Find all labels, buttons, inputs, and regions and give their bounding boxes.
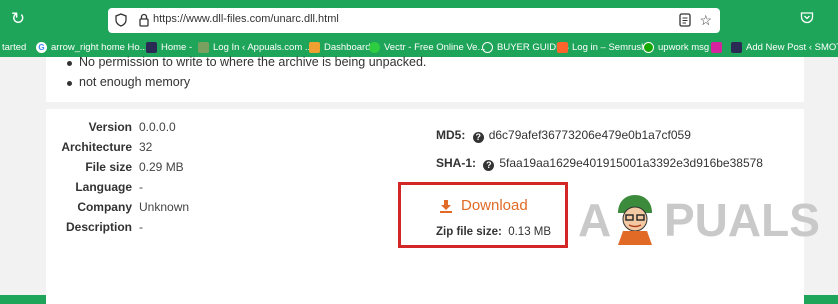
site-icon bbox=[146, 41, 157, 53]
globe-icon bbox=[482, 41, 493, 53]
reload-icon[interactable]: ↻ bbox=[8, 9, 28, 29]
bookmark-label: Home - bbox=[161, 41, 193, 53]
download-label: Download bbox=[461, 197, 528, 214]
lock-icon[interactable] bbox=[138, 13, 150, 27]
detail-row-language: Language - bbox=[46, 180, 246, 200]
detail-label: Version bbox=[88, 120, 132, 134]
bookmark-item[interactable]: upwork msg bbox=[643, 39, 709, 55]
bookmark-label: upwork msg bbox=[658, 41, 710, 53]
download-button[interactable]: Download bbox=[439, 197, 528, 214]
upwork-icon bbox=[643, 41, 654, 53]
detail-label: Architecture bbox=[61, 140, 132, 154]
browser-toolbar: ↻ https://www.dll-files.com/unarc.dll.ht… bbox=[0, 0, 838, 37]
md5-value: d6c79afef36773206e479e0b1a7cf059 bbox=[488, 128, 691, 142]
google-icon: G bbox=[36, 41, 47, 53]
zip-size-row: Zip file size: 0.13 MB bbox=[436, 226, 551, 238]
site-icon bbox=[731, 41, 742, 53]
help-icon[interactable]: ? bbox=[483, 160, 495, 171]
detail-value: - bbox=[139, 180, 143, 194]
bookmarks-bar: tarted Garrow_right home Ho... Home - Lo… bbox=[0, 37, 838, 57]
bookmark-label: Vectr - Free Online Ve... bbox=[384, 41, 486, 53]
download-icon bbox=[440, 199, 452, 213]
appuals-watermark: A PUALS bbox=[578, 194, 820, 246]
bookmark-item[interactable]: Add New Post ‹ SMOT... bbox=[731, 39, 838, 55]
bookmark-item[interactable] bbox=[711, 39, 726, 55]
errors-card: No permission to write to where the arch… bbox=[46, 55, 804, 102]
highlight-box: Download Zip file size: 0.13 MB bbox=[398, 182, 568, 248]
detail-value: Unknown bbox=[139, 200, 190, 214]
bookmark-star-icon[interactable]: ☆ bbox=[699, 11, 712, 29]
vectr-icon bbox=[369, 41, 380, 53]
semrush-icon bbox=[557, 41, 568, 53]
detail-value: 0.0.0.0 bbox=[139, 120, 176, 134]
bookmark-label: Log In ‹ Appuals.com ... bbox=[213, 41, 313, 53]
list-item: No permission to write to where the arch… bbox=[66, 55, 427, 69]
watermark-text: PUALS bbox=[664, 194, 820, 246]
detail-label: File size bbox=[85, 160, 132, 174]
bookmark-label: tarted bbox=[2, 41, 27, 53]
bookmark-item[interactable]: Garrow_right home Ho... bbox=[36, 39, 148, 55]
bookmark-label: arrow_right home Ho... bbox=[51, 41, 148, 53]
detail-row-file-size: File size 0.29 MB bbox=[46, 160, 246, 180]
pocket-icon[interactable] bbox=[800, 11, 814, 25]
appuals-icon bbox=[198, 41, 209, 53]
detail-row-architecture: Architecture 32 bbox=[46, 140, 246, 160]
bookmark-item[interactable]: Vectr - Free Online Ve... bbox=[369, 39, 485, 55]
zip-value: 0.13 MB bbox=[508, 226, 552, 238]
md5-row: MD5: ? d6c79afef36773206e479e0b1a7cf059 bbox=[436, 128, 691, 143]
detail-label: Company bbox=[77, 200, 132, 214]
detail-value: - bbox=[139, 220, 143, 234]
md5-label: MD5: bbox=[436, 128, 466, 142]
detail-label: Language bbox=[75, 180, 132, 194]
list-item: not enough memory bbox=[66, 75, 191, 89]
tracking-protection-icon[interactable] bbox=[115, 13, 127, 27]
folder-icon bbox=[309, 41, 320, 53]
bookmark-item[interactable]: Home - bbox=[146, 39, 192, 55]
sha1-label: SHA-1: bbox=[436, 156, 477, 170]
help-icon[interactable]: ? bbox=[472, 132, 484, 143]
detail-row-description: Description - bbox=[46, 220, 246, 240]
detail-value: 0.29 MB bbox=[139, 160, 184, 174]
sha1-value: 5faa19aa1629e401915001a3392e3d916be38578 bbox=[499, 156, 763, 170]
address-bar[interactable]: https://www.dll-files.com/unarc.dll.html… bbox=[108, 8, 720, 33]
bookmark-label: Dashboard bbox=[324, 41, 371, 53]
bookmark-item[interactable]: BUYER GUIDES bbox=[482, 39, 569, 55]
bookmark-item[interactable]: Log in – Semrush bbox=[557, 39, 646, 55]
reader-view-icon[interactable] bbox=[678, 13, 692, 27]
bookmark-item[interactable]: Log In ‹ Appuals.com ... bbox=[198, 39, 313, 55]
url-text[interactable]: https://www.dll-files.com/unarc.dll.html bbox=[153, 13, 339, 25]
bookmark-label: Log in – Semrush bbox=[572, 41, 647, 53]
detail-value: 32 bbox=[139, 140, 153, 154]
bookmark-item[interactable]: Dashboard bbox=[309, 39, 370, 55]
zip-label: Zip file size: bbox=[436, 226, 502, 238]
page-content: No permission to write to where the arch… bbox=[0, 55, 838, 304]
bookmark-item[interactable]: tarted bbox=[2, 39, 26, 55]
bookmark-label: Add New Post ‹ SMOT... bbox=[746, 41, 838, 53]
detail-row-version: Version 0.0.0.0 bbox=[46, 120, 246, 140]
detail-label: Description bbox=[65, 220, 132, 234]
instagram-icon bbox=[711, 41, 722, 53]
sha1-row: SHA-1: ? 5faa19aa1629e401915001a3392e3d91… bbox=[436, 156, 763, 171]
svg-text:A: A bbox=[578, 194, 611, 246]
detail-row-company: Company Unknown bbox=[46, 200, 246, 220]
